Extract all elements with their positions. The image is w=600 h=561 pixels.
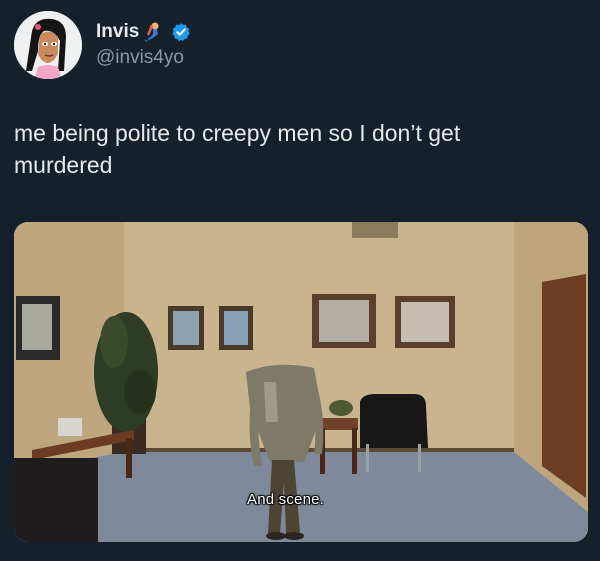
mermaid-icon xyxy=(143,21,165,43)
tweet-text-line-1: me being polite to creepy men so I don’t… xyxy=(14,120,461,146)
avatar[interactable] xyxy=(14,11,82,79)
media-caption: And scene. xyxy=(247,491,325,508)
verified-badge-icon xyxy=(171,22,191,42)
author-names: Invis @invis4yo xyxy=(96,21,191,69)
handle[interactable]: @invis4yo xyxy=(96,47,191,69)
tweet: Invis @invis4yo me being polite to creep… xyxy=(0,0,600,561)
tweet-header: Invis @invis4yo xyxy=(14,10,191,80)
avatar-illustration xyxy=(14,11,82,79)
tweet-media-image[interactable]: And scene. xyxy=(14,222,588,542)
name-row: Invis xyxy=(96,21,191,43)
tweet-text-line-2: murdered xyxy=(14,152,113,178)
tweet-text: me being polite to creepy men so I don’t… xyxy=(14,117,574,181)
display-name[interactable]: Invis xyxy=(96,21,139,43)
